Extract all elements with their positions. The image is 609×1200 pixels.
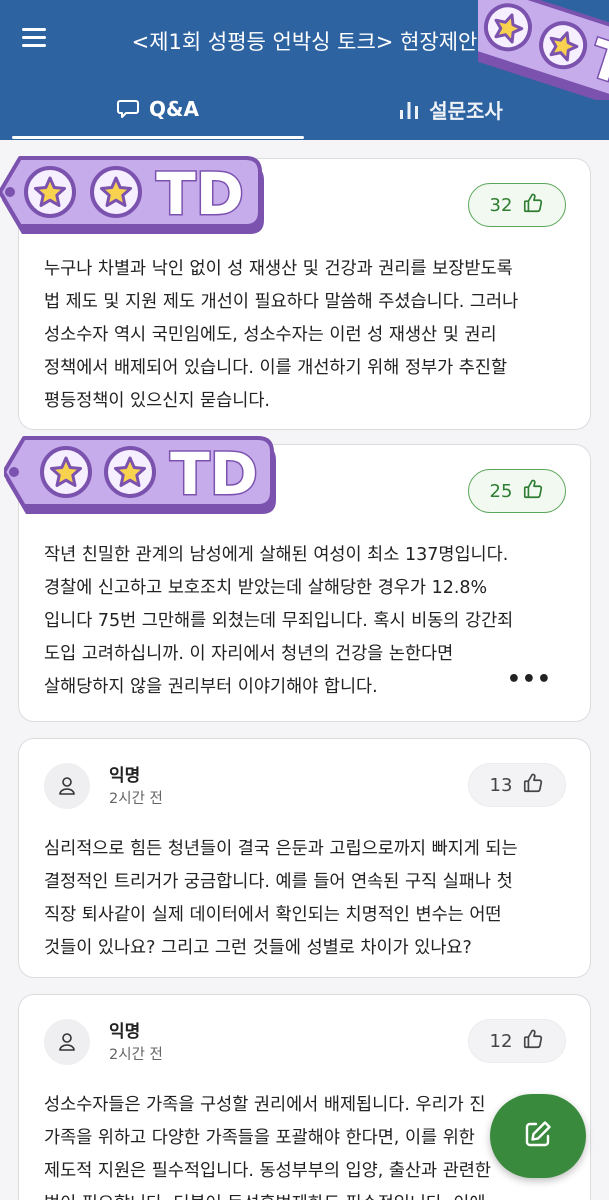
thumbs-up-icon	[522, 1028, 544, 1055]
text-line: 법 제도 및 지원 제도 개선이 필요하다 말씀해 주셨습니다. 그러나	[44, 292, 519, 312]
text-line: 정책에서 배제되어 있습니다. 이를 개선하기 위해 정부가 추진할	[44, 358, 508, 378]
text-line: 직장 퇴사같이 실제 데이터에서 확인되는 치명적인 변수는 어떤	[44, 905, 502, 925]
text-line: 평등정책이 있으신지 묻습니다.	[44, 391, 270, 411]
tab-qa[interactable]: Q&A	[12, 80, 304, 138]
text-line: 제도적 지원은 필수적입니다. 동성부부의 입양, 출산과 관련한	[44, 1161, 492, 1181]
active-tab-indicator	[12, 136, 304, 139]
bar-chart-icon	[399, 98, 419, 120]
author-name: 익명	[109, 766, 141, 786]
tab-qa-label: Q&A	[149, 97, 199, 121]
thumbs-up-icon	[522, 772, 544, 799]
text-line: 심리적으로 힘든 청년들이 결국 은둔과 고립으로까지 빠지게 되는	[44, 839, 518, 859]
text-line: 작년 친밀한 관계의 남성에게 살해된 여성이 최소 137명입니다.	[44, 545, 509, 565]
text-line: 경찰에 신고하고 보호조치 받았는데 살해당한 경우가 12.8%	[44, 578, 488, 598]
avatar	[44, 763, 90, 809]
sticker-text: TD	[156, 160, 244, 228]
user-icon	[59, 777, 75, 795]
post-time: 2시간 전	[109, 1047, 163, 1063]
like-button[interactable]: 13	[468, 763, 566, 807]
text-line: 것들이 있나요? 그리고 그런 것들에 성별로 차이가 있나요?	[44, 938, 472, 958]
td-sticker: TD	[478, 0, 609, 100]
thumbs-up-icon	[522, 478, 544, 505]
hamburger-menu-icon[interactable]	[22, 28, 50, 54]
text-line: 결정적인 트리거가 궁금합니다. 예를 들어 연속된 구직 실패나 첫	[44, 872, 513, 892]
question-text: 성소수자들은 가족을 구성할 권리에서 배제됩니다. 우리가 진 가족을 위하고…	[44, 1089, 568, 1200]
text-line: 법이 필요합니다. 더불어 동성혼법제화도 필수적입니다. 이에	[44, 1188, 568, 1200]
text-line: 누구나 차별과 낙인 없이 성 재생산 및 건강과 권리를 보장받도록	[44, 259, 513, 279]
qa-feed[interactable]: 32 누구나 차별과 낙인 없이 성 재생산 및 건강과 권리를 보장받도록 법…	[0, 140, 609, 1200]
edit-pencil-icon	[523, 1119, 553, 1153]
text-line: 입니다 75번 그만해를 외쳤는데 무죄입니다. 혹시 비동의 강간죄	[44, 611, 514, 631]
more-options-icon[interactable]: •••	[507, 667, 552, 692]
like-count: 25	[489, 480, 513, 502]
question-card: 익명 2시간 전 12 성소수자들은 가족을 구성할 권리에서 배제됩니다. 우…	[18, 994, 591, 1200]
avatar	[44, 1019, 90, 1065]
question-card: 익명 2시간 전 13 심리적으로 힘든 청년들이 결국 은둔과 고립으로까지 …	[18, 738, 591, 978]
like-count: 32	[489, 194, 513, 216]
text-line: 도입 고려하십니까. 이 자리에서 청년의 건강을 논한다면	[44, 644, 454, 664]
like-count: 13	[489, 774, 513, 796]
sticker-text: TD	[170, 440, 258, 508]
question-text: 심리적으로 힘든 청년들이 결국 은둔과 고립으로까지 빠지게 되는 결정적인 …	[44, 833, 568, 965]
text-line: 성소수자들은 가족을 구성할 권리에서 배제됩니다. 우리가 진	[44, 1095, 486, 1115]
like-button[interactable]: 32	[468, 183, 566, 227]
question-text: 누구나 차별과 낙인 없이 성 재생산 및 건강과 권리를 보장받도록 법 제도…	[44, 253, 568, 418]
like-button[interactable]: 25	[468, 469, 566, 513]
page-title: <제1회 성평등 언박싱 토크> 현장제안	[131, 30, 478, 54]
td-sticker: TD	[2, 428, 282, 532]
post-time: 2시간 전	[109, 791, 163, 807]
user-icon	[59, 1033, 75, 1051]
text-line: 살해당하지 않을 권리부터 이야기해야 합니다.	[44, 677, 378, 697]
thumbs-up-icon	[522, 192, 544, 219]
text-line: 성소수자 역시 국민임에도, 성소수자는 이런 성 재생산 및 권리	[44, 325, 497, 345]
chat-bubble-icon	[117, 99, 140, 119]
like-button[interactable]: 12	[468, 1019, 566, 1063]
like-count: 12	[489, 1030, 513, 1052]
write-question-button[interactable]	[490, 1094, 586, 1178]
td-sticker: TD	[0, 148, 270, 252]
author-name: 익명	[109, 1022, 141, 1042]
question-text: 작년 친밀한 관계의 남성에게 살해된 여성이 최소 137명입니다. 경찰에 …	[44, 539, 568, 704]
